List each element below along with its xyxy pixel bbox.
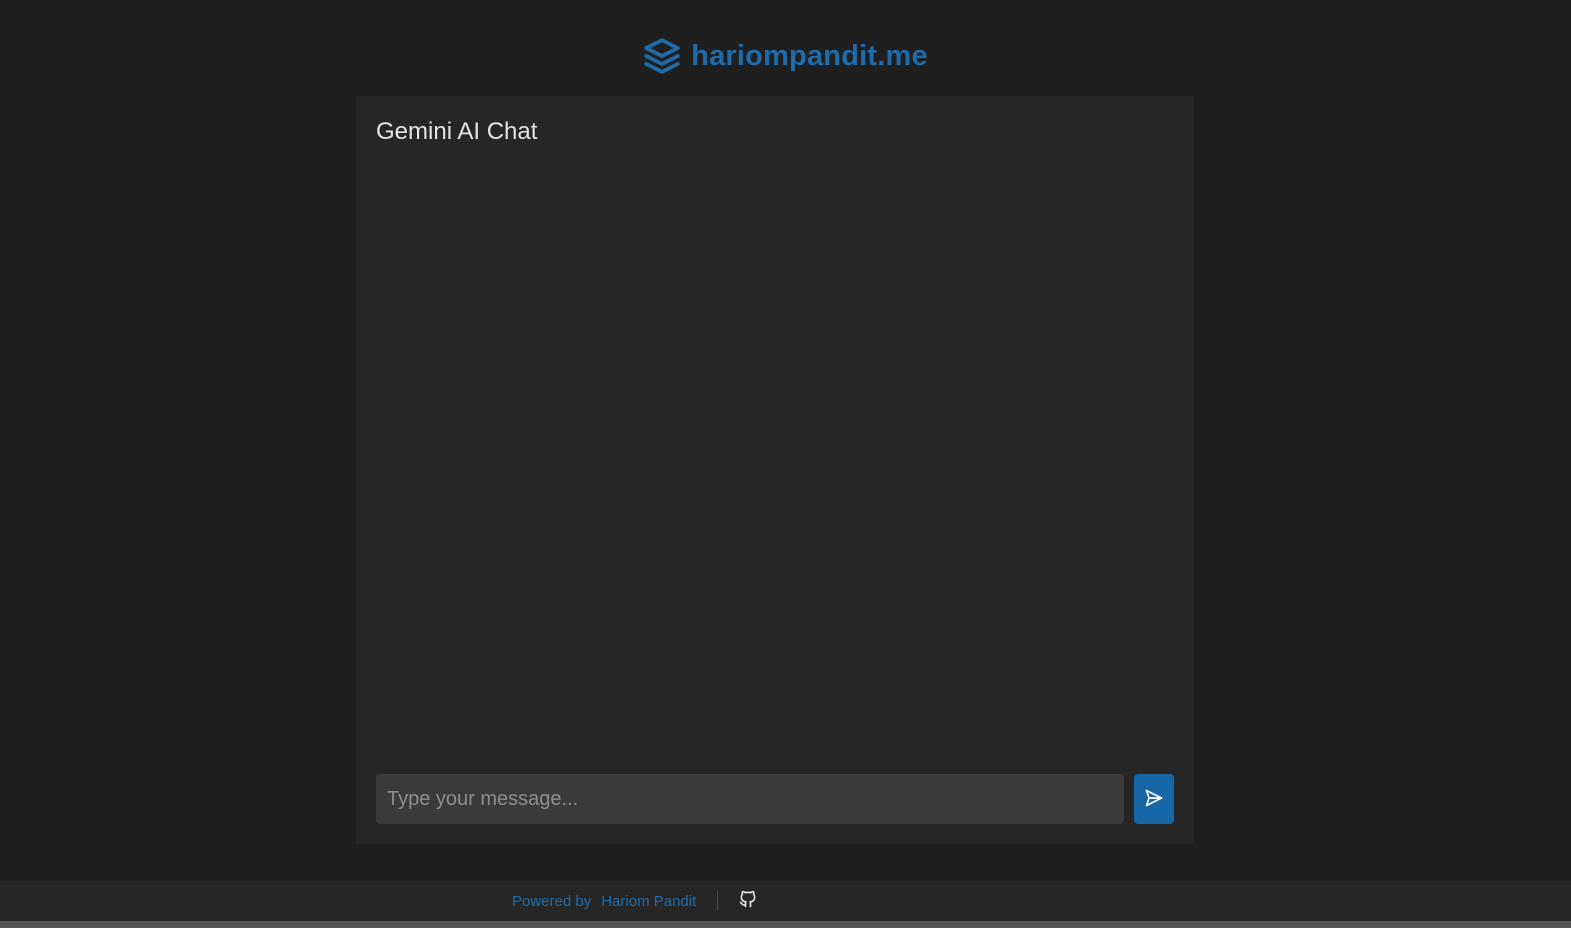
github-icon xyxy=(738,889,758,914)
composer xyxy=(376,774,1174,824)
footer-content: Powered by Hariom Pandit xyxy=(512,881,758,921)
author-link[interactable]: Hariom Pandit xyxy=(601,893,696,910)
site-footer: Powered by Hariom Pandit xyxy=(0,881,1571,921)
github-link[interactable] xyxy=(738,889,758,914)
layers-icon xyxy=(643,37,681,75)
send-button[interactable] xyxy=(1134,774,1174,824)
brand-name: hariompandit.me xyxy=(691,39,928,72)
powered-by-label: Powered by xyxy=(512,892,592,910)
chat-panel: Gemini AI Chat xyxy=(356,96,1194,844)
send-icon xyxy=(1144,788,1164,811)
message-input[interactable] xyxy=(376,774,1124,824)
brand-link[interactable]: hariompandit.me xyxy=(643,37,928,75)
chat-title: Gemini AI Chat xyxy=(376,118,538,145)
site-header: hariompandit.me xyxy=(0,34,1571,78)
page: hariompandit.me Gemini AI Chat Powered b… xyxy=(0,0,1571,928)
message-list[interactable] xyxy=(376,166,1174,756)
window-bottom-edge xyxy=(0,921,1571,928)
footer-divider xyxy=(717,891,719,911)
